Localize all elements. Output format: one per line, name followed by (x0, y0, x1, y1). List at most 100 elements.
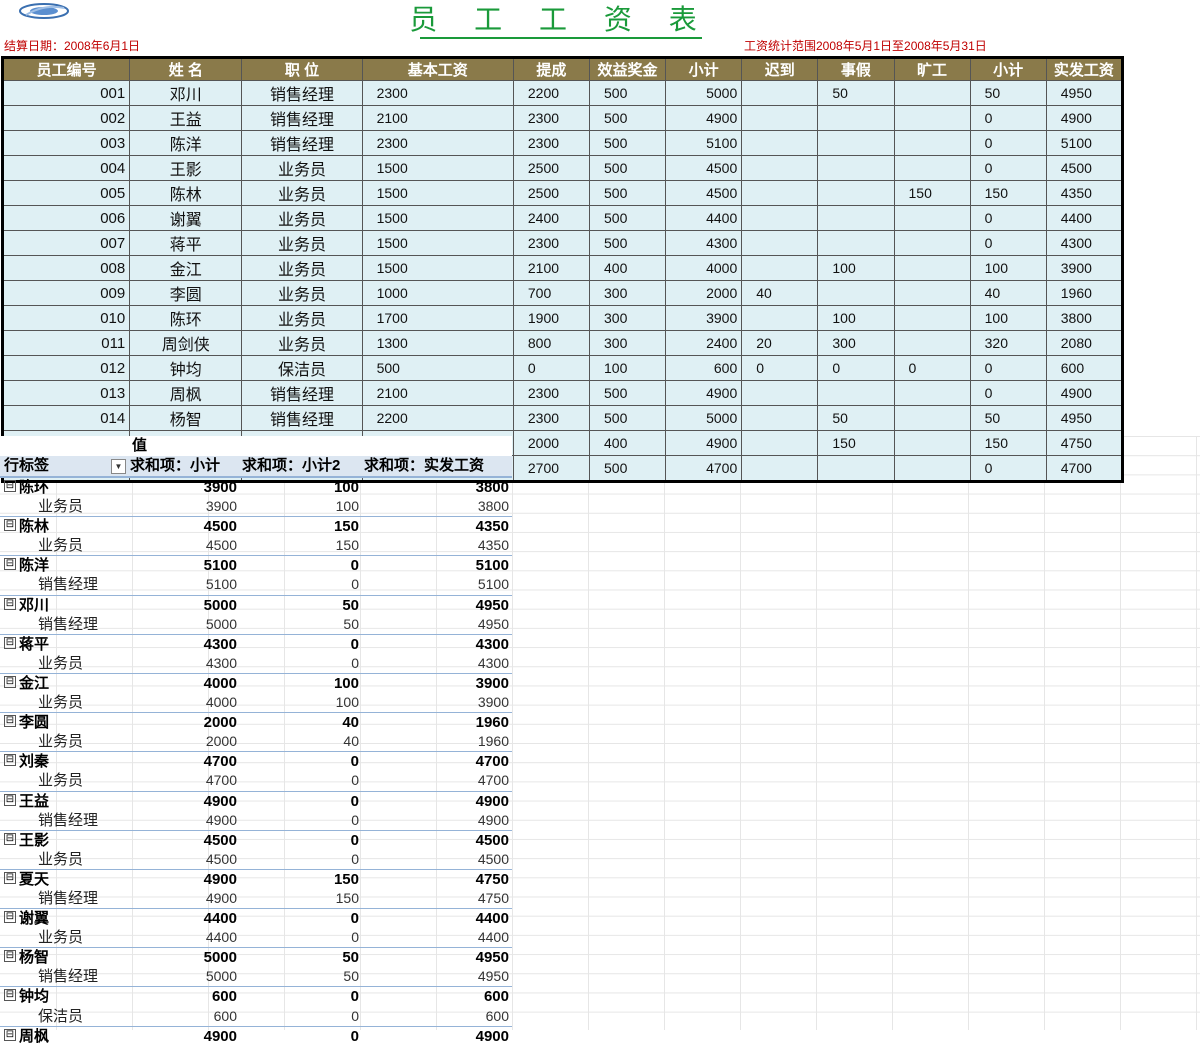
subtotal-cell[interactable]: 4300 (665, 230, 743, 256)
pivot-child-row[interactable]: 业务员 4000 100 3900 (0, 693, 512, 712)
leave-cell[interactable]: 50 (817, 405, 895, 431)
name-cell[interactable]: 金江 (129, 255, 243, 281)
net-pay-cell[interactable]: 2080 (1045, 330, 1124, 356)
late-cell[interactable] (741, 430, 819, 456)
subtotal-cell[interactable]: 5100 (665, 130, 743, 156)
net-pay-cell[interactable]: 4500 (1045, 155, 1124, 181)
employee-id-cell[interactable]: 003 (1, 130, 131, 156)
absent-cell[interactable] (893, 105, 971, 131)
subtotal-cell[interactable]: 5000 (665, 405, 743, 431)
pivot-child-row[interactable]: 销售经理 5000 50 4950 (0, 967, 512, 986)
position-cell[interactable]: 业务员 (241, 230, 363, 256)
bonus-cell[interactable]: 500 (588, 230, 667, 256)
deduction-subtotal-cell[interactable]: 100 (969, 255, 1047, 281)
absent-cell[interactable] (893, 205, 971, 231)
name-cell[interactable]: 钟均 (129, 355, 243, 381)
pivot-col-header-subtotal[interactable]: 求和项：小计 (128, 456, 240, 476)
name-cell[interactable]: 王益 (129, 105, 243, 131)
header-position[interactable]: 职 位 (241, 57, 363, 81)
name-cell[interactable]: 王影 (129, 155, 243, 181)
late-cell[interactable] (741, 405, 819, 431)
late-cell[interactable]: 20 (741, 330, 819, 356)
position-cell[interactable]: 销售经理 (241, 130, 363, 156)
header-leave[interactable]: 事假 (817, 57, 895, 81)
name-cell[interactable]: 陈洋 (129, 130, 243, 156)
pivot-group-row[interactable]: ⊟ 王影 4500 0 4500 (0, 829, 512, 850)
deduction-subtotal-cell[interactable]: 0 (969, 455, 1047, 482)
bonus-cell[interactable]: 100 (588, 355, 667, 381)
employee-id-cell[interactable]: 001 (1, 80, 131, 106)
position-cell[interactable]: 销售经理 (241, 105, 363, 131)
name-cell[interactable]: 谢翼 (129, 205, 243, 231)
commission-cell[interactable]: 2200 (512, 80, 591, 106)
leave-cell[interactable] (817, 130, 895, 156)
leave-cell[interactable]: 0 (817, 355, 895, 381)
commission-cell[interactable]: 2300 (512, 105, 591, 131)
bonus-cell[interactable]: 500 (588, 105, 667, 131)
collapse-icon[interactable]: ⊟ (4, 597, 16, 610)
position-cell[interactable]: 业务员 (241, 280, 363, 306)
leave-cell[interactable] (817, 230, 895, 256)
subtotal-cell[interactable]: 5000 (665, 80, 743, 106)
bonus-cell[interactable]: 500 (588, 80, 667, 106)
name-cell[interactable]: 蒋平 (129, 230, 243, 256)
pivot-group-row[interactable]: ⊟ 谢翼 4400 0 4400 (0, 908, 512, 928)
position-cell[interactable]: 销售经理 (241, 380, 363, 406)
leave-cell[interactable]: 100 (817, 255, 895, 281)
collapse-icon[interactable]: ⊟ (4, 1028, 16, 1041)
absent-cell[interactable] (893, 305, 971, 331)
base-salary-cell[interactable]: 1500 (361, 205, 514, 231)
absent-cell[interactable]: 150 (893, 180, 971, 206)
net-pay-cell[interactable]: 4950 (1045, 405, 1124, 431)
name-cell[interactable]: 周枫 (129, 380, 243, 406)
name-cell[interactable]: 周剑侠 (129, 330, 243, 356)
late-cell[interactable]: 40 (741, 280, 819, 306)
net-pay-cell[interactable]: 4900 (1045, 380, 1124, 406)
net-pay-cell[interactable]: 5100 (1045, 130, 1124, 156)
pivot-col-header-net-pay[interactable]: 求和项：实发工资 (362, 456, 512, 476)
position-cell[interactable]: 业务员 (241, 255, 363, 281)
name-cell[interactable]: 邓川 (129, 80, 243, 106)
leave-cell[interactable]: 100 (817, 305, 895, 331)
deduction-subtotal-cell[interactable]: 40 (969, 280, 1047, 306)
subtotal-cell[interactable]: 600 (665, 355, 743, 381)
employee-id-cell[interactable]: 005 (1, 180, 131, 206)
net-pay-cell[interactable]: 4700 (1045, 455, 1124, 482)
header-bonus[interactable]: 效益奖金 (588, 57, 667, 81)
subtotal-cell[interactable]: 4000 (665, 255, 743, 281)
pivot-child-row[interactable]: 业务员 4700 0 4700 (0, 771, 512, 790)
collapse-icon[interactable]: ⊟ (4, 754, 16, 767)
late-cell[interactable] (741, 230, 819, 256)
base-salary-cell[interactable]: 1000 (361, 280, 514, 306)
subtotal-cell[interactable]: 4900 (665, 430, 743, 456)
subtotal-cell[interactable]: 4900 (665, 105, 743, 131)
absent-cell[interactable] (893, 80, 971, 106)
employee-id-cell[interactable]: 006 (1, 205, 131, 231)
pivot-group-row[interactable]: ⊟ 蒋平 4300 0 4300 (0, 633, 512, 654)
bonus-cell[interactable]: 300 (588, 305, 667, 331)
absent-cell[interactable] (893, 230, 971, 256)
commission-cell[interactable]: 2300 (512, 230, 591, 256)
net-pay-cell[interactable]: 3800 (1045, 305, 1124, 331)
pivot-row-label-header[interactable]: 行标签 ▼ (0, 456, 128, 476)
late-cell[interactable] (741, 155, 819, 181)
commission-cell[interactable]: 2300 (512, 405, 591, 431)
pivot-group-row[interactable]: ⊟ 陈环 3900 100 3800 (0, 477, 512, 497)
leave-cell[interactable] (817, 205, 895, 231)
collapse-icon[interactable]: ⊟ (4, 675, 16, 688)
deduction-subtotal-cell[interactable]: 0 (969, 155, 1047, 181)
collapse-icon[interactable]: ⊟ (4, 950, 16, 963)
position-cell[interactable]: 业务员 (241, 330, 363, 356)
net-pay-cell[interactable]: 4900 (1045, 105, 1124, 131)
late-cell[interactable] (741, 105, 819, 131)
leave-cell[interactable] (817, 280, 895, 306)
collapse-icon[interactable]: ⊟ (4, 558, 16, 571)
bonus-cell[interactable]: 400 (588, 255, 667, 281)
late-cell[interactable] (741, 455, 819, 482)
header-commission[interactable]: 提成 (512, 57, 591, 81)
pivot-child-row[interactable]: 销售经理 4900 150 4750 (0, 889, 512, 908)
deduction-subtotal-cell[interactable]: 320 (969, 330, 1047, 356)
subtotal-cell[interactable]: 4500 (665, 155, 743, 181)
position-cell[interactable]: 业务员 (241, 205, 363, 231)
leave-cell[interactable] (817, 380, 895, 406)
